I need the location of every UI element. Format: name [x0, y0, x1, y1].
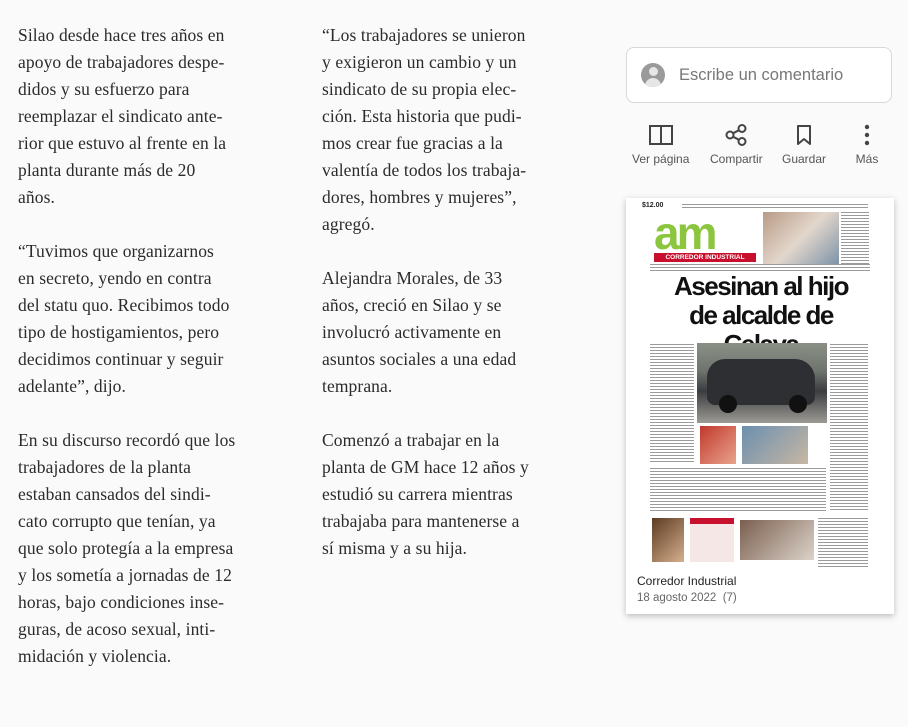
- text-line: involucró activamente en: [322, 322, 502, 342]
- text-line: apoyo de trabajadores despe-: [18, 52, 225, 72]
- text-line: Comenzó a trabajar en la: [322, 430, 500, 450]
- text-block-middle: [650, 468, 826, 512]
- paragraph: “Tuvimos que organizarnos en secreto, yen…: [18, 238, 293, 400]
- text-column-right: [830, 344, 868, 512]
- newspaper-caption: Corredor Industrial 18 agosto 2022 (7): [637, 574, 737, 604]
- text-line: asuntos sociales a una edad: [322, 349, 517, 369]
- text-line: en secreto, yendo en contra: [18, 268, 212, 288]
- bottom-text: [818, 518, 868, 568]
- text-line: adelante”, dijo.: [18, 376, 127, 396]
- bookmark-icon: [797, 125, 812, 145]
- text-line: planta durante más de 20: [18, 160, 196, 180]
- share-icon: [725, 124, 747, 146]
- side-brief: [841, 212, 869, 264]
- text-line: “Los trabajadores se unieron: [322, 25, 526, 45]
- small-photo-1: [700, 426, 736, 464]
- paragraph: Comenzó a trabajar en la planta de GM hac…: [322, 427, 597, 562]
- text-line: sí misma y a su hija.: [322, 538, 468, 558]
- newspaper-thumbnail[interactable]: $12.00 am CORREDOR INDUSTRIAL Asesinan a…: [626, 198, 894, 614]
- comment-placeholder: Escribe un comentario: [679, 65, 844, 84]
- newspaper-front-page: $12.00 am CORREDOR INDUSTRIAL Asesinan a…: [642, 202, 870, 574]
- text-line: En su discurso recordó que los: [18, 430, 236, 450]
- more-vertical-icon: [864, 124, 870, 146]
- share-button[interactable]: Compartir: [710, 124, 763, 166]
- bottom-box: [690, 518, 734, 562]
- text-line: tipo de hostigamientos, pero: [18, 322, 220, 342]
- text-line: mos crear fue gracias a la: [322, 133, 503, 153]
- text-line: del statu quo. Recibimos todo: [18, 295, 230, 315]
- text-line: estaban cansados del sindi-: [18, 484, 211, 504]
- text-line: ción. Esta historia que pudi-: [322, 106, 522, 126]
- paragraph: En su discurso recordó que los trabajador…: [18, 427, 293, 670]
- text-line: reemplazar el sindicato ante-: [18, 106, 223, 126]
- text-line: cato corrupto que tenían, ya: [18, 511, 216, 531]
- action-bar: Ver página Compartir Guardar Más: [626, 124, 896, 170]
- text-line: años.: [18, 187, 55, 207]
- headline-line-1: Asesinan al hijo: [674, 271, 849, 301]
- newspaper-logo: am: [654, 207, 718, 259]
- top-photo: [763, 212, 839, 264]
- view-page-button[interactable]: Ver página: [632, 124, 689, 166]
- text-line: rior que estuvo al frente en la: [18, 133, 227, 153]
- text-line: planta de GM hace 12 años y: [322, 457, 529, 477]
- paragraph: Alejandra Morales, de 33 años, creció en …: [322, 265, 597, 400]
- newspaper-date: 18 agosto 2022: [637, 592, 717, 604]
- comment-input[interactable]: Escribe un comentario: [626, 47, 892, 103]
- text-line: didos y su esfuerzo para: [18, 79, 190, 99]
- text-line: horas, bajo condiciones inse-: [18, 592, 225, 612]
- text-line: estudió su carrera mientras: [322, 484, 513, 504]
- paragraph: Silao desde hace tres años en apoyo de tr…: [18, 22, 293, 211]
- text-line: que solo protegía a la empresa: [18, 538, 234, 558]
- bottom-photo-1: [652, 518, 684, 562]
- text-column-left: [650, 344, 694, 462]
- text-line: dores, hombres y mujeres”,: [322, 187, 517, 207]
- text-line: agregó.: [322, 214, 375, 234]
- text-line: valentía de todos los trabaja-: [322, 160, 527, 180]
- text-line: “Tuvimos que organizarnos: [18, 241, 214, 261]
- text-line: temprana.: [322, 376, 393, 396]
- avatar-icon: [641, 63, 665, 87]
- newspaper-count: (7): [722, 592, 737, 604]
- newspaper-meta: 18 agosto 2022 (7): [637, 592, 737, 604]
- text-line: sindicato de su propia elec-: [322, 79, 517, 99]
- more-label: Más: [855, 152, 879, 166]
- text-line: años, creció en Silao y se: [322, 295, 502, 315]
- text-line: Silao desde hace tres años en: [18, 25, 225, 45]
- text-line: trabajaba para mantenerse a: [322, 511, 520, 531]
- article-column-right: “Los trabajadores se unieron y exigieron …: [322, 22, 597, 589]
- text-line: guras, de acoso sexual, inti-: [18, 619, 216, 639]
- save-label: Guardar: [782, 152, 827, 166]
- bottom-photo-2: [740, 520, 814, 560]
- small-photo-2: [742, 426, 808, 464]
- paragraph: “Los trabajadores se unieron y exigieron …: [322, 22, 597, 238]
- main-photo: [697, 343, 827, 423]
- text-line: trabajadores de la planta: [18, 457, 192, 477]
- text-line: decidimos continuar y seguir: [18, 349, 224, 369]
- text-line: y exigieron un cambio y un: [322, 52, 517, 72]
- book-open-icon: [648, 125, 673, 145]
- share-label: Compartir: [710, 152, 763, 166]
- more-button[interactable]: Más: [854, 124, 880, 166]
- edition-band: CORREDOR INDUSTRIAL: [654, 253, 756, 262]
- article-column-left: Silao desde hace tres años en apoyo de tr…: [18, 22, 293, 697]
- text-line: midación y violencia.: [18, 646, 172, 666]
- text-line: y los sometía a jornadas de 12: [18, 565, 232, 585]
- newspaper-title: Corredor Industrial: [637, 574, 737, 588]
- view-page-label: Ver página: [632, 152, 690, 166]
- text-line: Alejandra Morales, de 33: [322, 268, 503, 288]
- save-button[interactable]: Guardar: [782, 124, 826, 166]
